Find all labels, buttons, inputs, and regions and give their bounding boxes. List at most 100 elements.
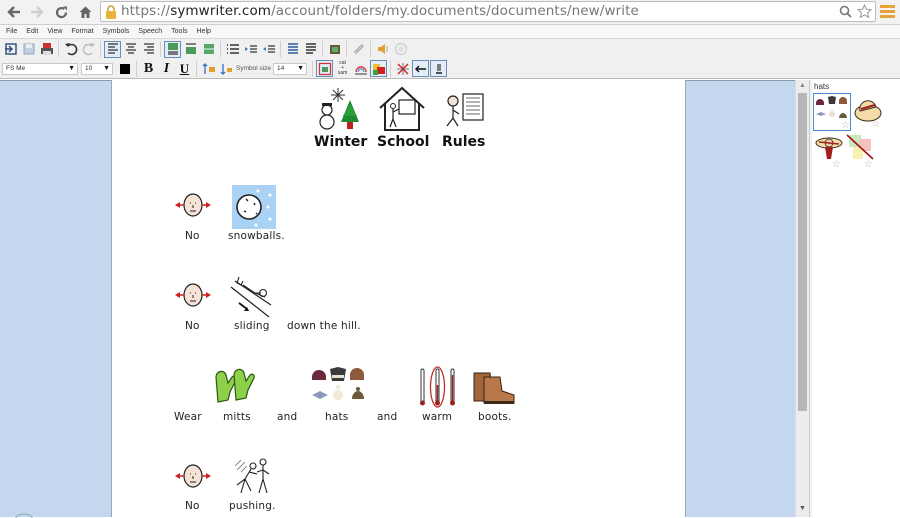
text-color-button[interactable]: [116, 60, 133, 77]
favourite-star-icon[interactable]: ☆: [841, 120, 850, 131]
document-scrollbar[interactable]: ▲ ▼: [795, 80, 809, 517]
open-button[interactable]: [2, 41, 19, 58]
print-button[interactable]: [38, 41, 55, 58]
paragraph-spacing-button[interactable]: [302, 41, 319, 58]
symbol-hats[interactable]: hats: [310, 365, 366, 425]
reload-button[interactable]: [52, 3, 70, 21]
align-center-icon: [125, 43, 136, 54]
save-button[interactable]: [20, 41, 37, 58]
chevron-down-icon: ▼: [68, 64, 75, 72]
symbol-only-icon: [203, 44, 214, 54]
align-left-button[interactable]: [104, 40, 121, 58]
menu-symbols[interactable]: Symbols: [101, 25, 134, 38]
insert-image-button[interactable]: [326, 41, 343, 58]
bookmark-star-icon[interactable]: [856, 3, 873, 20]
bold-button[interactable]: B: [140, 60, 157, 77]
outdent-button[interactable]: [242, 41, 259, 58]
symbol-no[interactable]: No: [172, 185, 214, 243]
menu-edit[interactable]: Edit: [24, 25, 42, 38]
symbol-choice-straw-hat[interactable]: ☆: [852, 93, 890, 131]
scroll-up-icon[interactable]: ▲: [799, 82, 806, 89]
home-button[interactable]: [76, 3, 94, 21]
undo-button[interactable]: [62, 41, 79, 58]
symbol-winter[interactable]: Winter: [312, 86, 367, 154]
decrease-symbol-size-button[interactable]: [218, 60, 235, 77]
menu-format[interactable]: Format: [69, 25, 97, 38]
word-and: and: [277, 411, 298, 423]
scrollbar-thumb[interactable]: [798, 93, 807, 411]
symbol-frame-button[interactable]: [316, 60, 334, 77]
symbol-colour-button[interactable]: [352, 60, 369, 77]
forward-button[interactable]: [28, 3, 46, 21]
symbol-school[interactable]: School: [376, 86, 430, 154]
symbol-no[interactable]: No: [172, 456, 214, 514]
indent-button[interactable]: [260, 41, 277, 58]
menu-tools[interactable]: Tools: [169, 25, 191, 38]
no-symbol-button[interactable]: [394, 60, 411, 77]
symbol-choice-no-symbol[interactable]: ☆: [845, 133, 883, 171]
symbol-frame-icon: [318, 62, 331, 75]
word-pushing: pushing.: [229, 500, 276, 512]
speak-button[interactable]: [374, 41, 391, 58]
increase-symbol-size-button[interactable]: [200, 60, 217, 77]
page-corner-icon: [15, 513, 33, 518]
symbol-above-button[interactable]: [164, 40, 181, 58]
scroll-down-icon[interactable]: ▼: [799, 505, 806, 512]
straw-hat-icon: [854, 100, 882, 122]
back-arrow-button[interactable]: [412, 60, 430, 77]
chevron-down-icon: ▼: [297, 64, 305, 72]
symbol-boots[interactable]: boots.: [470, 365, 520, 425]
address-bar[interactable]: https://symwriter.com/account/folders/my…: [100, 1, 876, 22]
search-icon[interactable]: [837, 3, 854, 20]
font-name-select[interactable]: FS Me ▼: [2, 62, 78, 75]
exclamation-icon: [435, 63, 442, 74]
symbol-above-icon: [167, 43, 178, 55]
change-symbol-text-button[interactable]: cat + sam: [334, 60, 351, 77]
person-with-hat-icon: [815, 137, 843, 159]
symbol-warm[interactable]: warm: [418, 365, 458, 425]
favourite-star-icon[interactable]: ☆: [832, 159, 841, 170]
symbol-choice-hats-group[interactable]: ☆: [813, 93, 851, 131]
menu-view[interactable]: View: [45, 25, 66, 38]
symbol-size-select[interactable]: 14 ▼: [273, 62, 308, 75]
stop-speech-button[interactable]: [392, 41, 409, 58]
title-word-school: School: [377, 134, 430, 150]
back-button[interactable]: [5, 3, 23, 21]
redo-button[interactable]: [80, 41, 97, 58]
symbol-size-label: Symbol size: [236, 65, 272, 72]
favourite-star-icon[interactable]: ☆: [871, 119, 880, 130]
thermometer-icon: [420, 366, 455, 408]
underline-button[interactable]: U: [176, 60, 193, 77]
arrow-left-icon: [414, 65, 426, 72]
symbol-below-button[interactable]: [182, 41, 199, 58]
symbol-below-icon: [185, 43, 196, 54]
symbol-sliding[interactable]: sliding: [227, 275, 277, 333]
line-spacing-button[interactable]: [284, 41, 301, 58]
font-size-select[interactable]: 10 ▼: [81, 62, 113, 75]
bullet-list-button[interactable]: [224, 41, 241, 58]
align-left-icon: [107, 43, 118, 54]
exclamation-button[interactable]: [430, 60, 448, 77]
favourite-star-icon[interactable]: ☆: [864, 159, 873, 170]
skin-hair-colour-button[interactable]: [370, 60, 388, 77]
menu-help[interactable]: Help: [195, 25, 215, 38]
lock-icon: [106, 5, 116, 19]
symbol-rules[interactable]: Rules: [440, 86, 486, 154]
hats-icon: [312, 367, 364, 400]
menu-file[interactable]: File: [4, 25, 21, 38]
symbol-snowballs[interactable]: snowballs.: [227, 185, 285, 243]
symbol-only-button[interactable]: [200, 41, 217, 58]
decrease-size-icon: [220, 63, 232, 75]
align-right-button[interactable]: [140, 41, 157, 58]
save-icon: [23, 43, 34, 55]
symbol-no[interactable]: No: [172, 275, 214, 333]
link-button[interactable]: [350, 41, 367, 58]
align-center-button[interactable]: [122, 41, 139, 58]
symbol-pushing[interactable]: pushing.: [227, 456, 279, 514]
document-page[interactable]: Winter School Rules No snowballs. No sli…: [111, 80, 686, 517]
menu-icon[interactable]: [880, 5, 895, 19]
menu-speech[interactable]: Speech: [136, 25, 166, 38]
symbol-mitts[interactable]: mitts: [212, 365, 262, 425]
redo-icon: [82, 43, 95, 56]
italic-button[interactable]: I: [158, 60, 175, 77]
